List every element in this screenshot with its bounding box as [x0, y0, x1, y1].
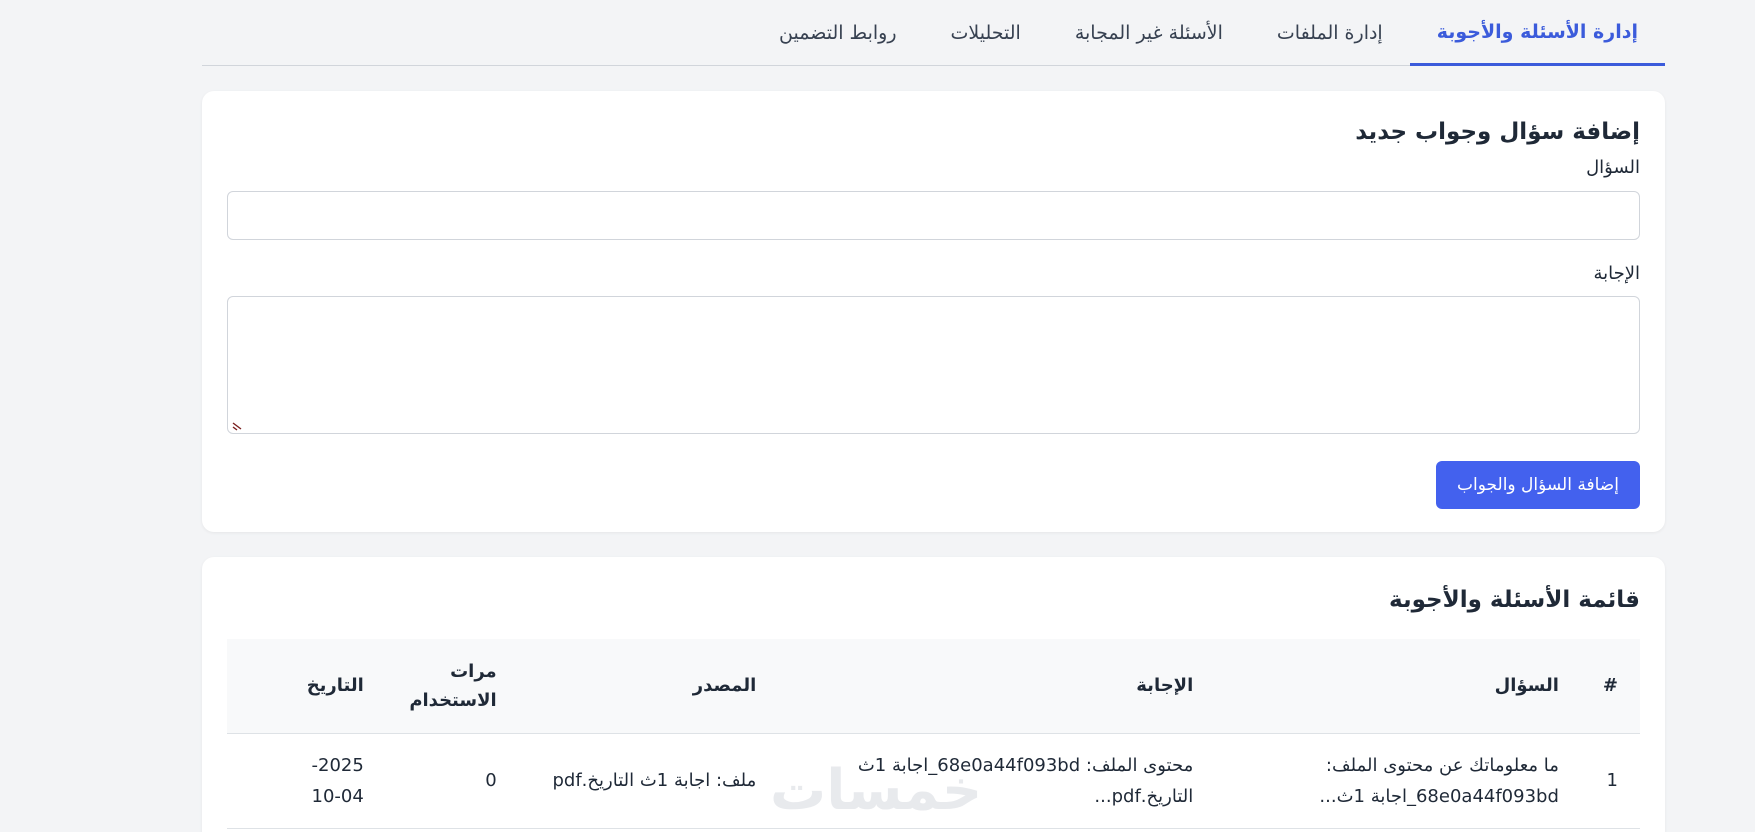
tab-qa-management[interactable]: إدارة الأسئلة والأجوبة — [1409, 0, 1665, 66]
qa-table-wrapper: # السؤال الإجابة المصدر مرات الاستخدام ا… — [227, 639, 1640, 829]
answer-label: الإجابة — [1593, 263, 1640, 284]
cell-usage-count: 0 — [385, 733, 519, 829]
resize-handle-icon[interactable] — [231, 419, 243, 431]
cell-date-line1: 2025- — [311, 754, 364, 776]
col-header-question: السؤال — [1215, 639, 1581, 734]
col-header-usage-count: مرات الاستخدام — [385, 639, 519, 734]
question-input[interactable] — [227, 191, 1640, 240]
table-header-row: # السؤال الإجابة المصدر مرات الاستخدام ا… — [227, 639, 1640, 734]
main-tabs: إدارة الأسئلة والأجوبة إدارة الملفات الأ… — [202, 0, 1665, 66]
cell-answer-line2: التاريخ.pdf... — [1094, 785, 1194, 807]
col-header-date: التاريخ — [227, 639, 386, 734]
answer-textarea[interactable] — [227, 296, 1640, 434]
tab-unanswered-questions[interactable]: الأسئلة غير المجابة — [1048, 0, 1250, 66]
col-header-usage-line1: مرات — [450, 660, 497, 682]
qa-table: # السؤال الإجابة المصدر مرات الاستخدام ا… — [227, 639, 1640, 829]
col-header-number: # — [1580, 639, 1640, 734]
cell-date: 2025- 10-04 — [227, 733, 386, 829]
col-header-source: المصدر — [518, 639, 779, 734]
cell-answer-line1: محتوى الملف: 68e0a44f093bd_اجابة 1ث — [857, 754, 1194, 776]
table-row[interactable]: 1 ما معلوماتك عن محتوى الملف: 68e0a44f09… — [227, 733, 1640, 829]
add-qa-card: إضافة سؤال وجواب جديد السؤال الإجابة إضا… — [202, 91, 1665, 532]
cell-date-line2: 10-04 — [311, 785, 364, 807]
col-header-answer: الإجابة — [778, 639, 1216, 734]
qa-list-card: قائمة الأسئلة والأجوبة # السؤال الإجابة … — [202, 557, 1665, 832]
cell-question: ما معلوماتك عن محتوى الملف: 68e0a44f093b… — [1215, 733, 1581, 829]
cell-question-line1: ما معلوماتك عن محتوى الملف: — [1325, 754, 1559, 776]
cell-question-line2: 68e0a44f093bd_اجابة 1ث... — [1319, 785, 1559, 807]
tab-analytics[interactable]: التحليلات — [924, 0, 1048, 66]
tab-embed-links[interactable]: روابط التضمين — [752, 0, 923, 66]
qa-list-title: قائمة الأسئلة والأجوبة — [1389, 587, 1640, 613]
question-label: السؤال — [1586, 157, 1640, 178]
tab-file-management[interactable]: إدارة الملفات — [1250, 0, 1410, 66]
add-qa-button[interactable]: إضافة السؤال والجواب — [1436, 461, 1640, 509]
cell-number: 1 — [1580, 733, 1640, 829]
add-qa-title: إضافة سؤال وجواب جديد — [1355, 119, 1640, 145]
cell-answer: محتوى الملف: 68e0a44f093bd_اجابة 1ث التا… — [778, 733, 1216, 829]
cell-source: ملف: اجابة 1ث التاريخ.pdf — [518, 733, 779, 829]
col-header-usage-line2: الاستخدام — [409, 689, 497, 711]
